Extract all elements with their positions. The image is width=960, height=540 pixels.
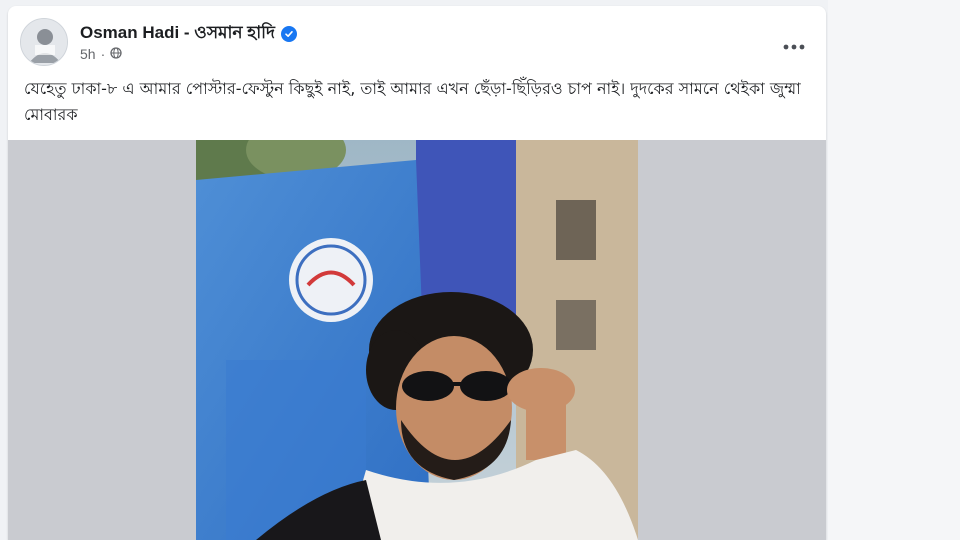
author-name-link[interactable]: Osman Hadi - ওসমান হাদি bbox=[80, 20, 297, 48]
more-options-icon bbox=[783, 37, 805, 55]
meta-separator: · bbox=[100, 46, 106, 62]
author-name: Osman Hadi - ওসমান হাদি bbox=[80, 23, 275, 42]
avatar-image bbox=[21, 19, 67, 65]
author-avatar[interactable] bbox=[20, 18, 68, 66]
post-text: যেহেতু ঢাকা-৮ এ আমার পোস্টার-ফেস্টুন কিছ… bbox=[24, 79, 806, 124]
facebook-post: Osman Hadi - ওসমান হাদি 5h · যেহেতু ঢাকা… bbox=[8, 6, 826, 540]
post-header: Osman Hadi - ওসমান হাদি 5h · bbox=[8, 6, 826, 66]
page-background bbox=[828, 0, 960, 540]
globe-icon[interactable] bbox=[110, 46, 122, 62]
post-photo[interactable] bbox=[196, 140, 638, 540]
photo-image bbox=[196, 140, 638, 540]
more-options-button[interactable] bbox=[776, 28, 812, 64]
post-media bbox=[8, 140, 826, 540]
post-timestamp[interactable]: 5h bbox=[80, 46, 96, 62]
verified-badge-icon bbox=[280, 26, 297, 42]
post-meta: 5h · bbox=[80, 46, 122, 62]
